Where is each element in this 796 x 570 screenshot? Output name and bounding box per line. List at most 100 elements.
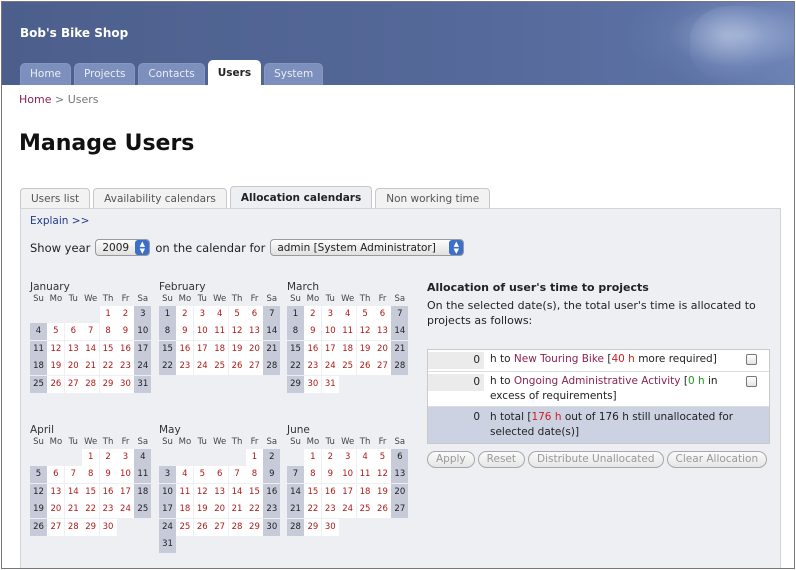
day-cell[interactable]: 10 <box>134 323 152 341</box>
day-cell[interactable]: 5 <box>356 306 374 323</box>
day-cell[interactable]: 4 <box>339 306 357 323</box>
day-cell[interactable]: 27 <box>245 358 263 376</box>
day-cell[interactable]: 14 <box>228 483 246 501</box>
tab-non-working-time[interactable]: Non working time <box>375 188 491 209</box>
day-cell[interactable]: 6 <box>373 306 391 323</box>
day-cell[interactable]: 27 <box>373 358 391 376</box>
user-select[interactable]: admin [System Administrator] ▲ ▼ <box>270 239 465 256</box>
distribute-unallocated-button[interactable]: Distribute Unallocated <box>528 451 664 468</box>
tab-home[interactable]: Home <box>20 63 72 85</box>
day-cell[interactable]: 15 <box>287 340 304 358</box>
day-cell[interactable]: 18 <box>134 483 152 501</box>
day-cell[interactable]: 8 <box>82 466 100 484</box>
day-cell[interactable]: 7 <box>263 306 281 323</box>
day-cell[interactable]: 21 <box>64 501 82 519</box>
day-cell[interactable]: 7 <box>64 466 82 484</box>
day-cell[interactable]: 2 <box>304 306 322 323</box>
day-cell[interactable]: 29 <box>287 375 304 393</box>
hours-input[interactable]: 0 <box>428 352 484 369</box>
day-cell[interactable]: 17 <box>321 340 339 358</box>
day-cell[interactable]: 6 <box>391 449 409 466</box>
day-cell[interactable]: 21 <box>287 501 304 519</box>
apply-button[interactable]: Apply <box>427 451 475 468</box>
day-cell[interactable]: 5 <box>373 449 391 466</box>
day-cell[interactable]: 20 <box>211 501 229 519</box>
day-cell[interactable]: 7 <box>287 466 304 484</box>
day-cell[interactable]: 10 <box>159 483 176 501</box>
day-cell[interactable]: 17 <box>134 340 152 358</box>
day-cell[interactable]: 28 <box>82 375 100 393</box>
day-cell[interactable]: 13 <box>47 483 65 501</box>
day-cell[interactable]: 29 <box>82 518 100 536</box>
day-cell[interactable]: 25 <box>339 358 357 376</box>
day-cell[interactable]: 22 <box>82 501 100 519</box>
day-cell[interactable]: 13 <box>373 323 391 341</box>
day-cell[interactable]: 17 <box>116 483 134 501</box>
day-cell[interactable]: 14 <box>82 340 100 358</box>
day-cell[interactable]: 23 <box>99 501 117 519</box>
day-cell[interactable]: 24 <box>159 518 176 536</box>
day-cell[interactable]: 18 <box>356 483 374 501</box>
day-cell[interactable]: 18 <box>211 340 229 358</box>
day-cell[interactable]: 10 <box>116 466 134 484</box>
explain-link[interactable]: Explain >> <box>30 215 89 227</box>
day-cell[interactable]: 6 <box>64 323 82 341</box>
day-cell[interactable]: 22 <box>159 358 176 376</box>
day-cell[interactable]: 26 <box>193 518 211 536</box>
day-cell[interactable]: 3 <box>159 466 176 484</box>
day-cell[interactable]: 24 <box>116 501 134 519</box>
day-cell[interactable]: 9 <box>176 323 194 341</box>
tab-projects[interactable]: Projects <box>74 63 136 85</box>
day-cell[interactable]: 20 <box>391 483 409 501</box>
day-cell[interactable]: 24 <box>321 358 339 376</box>
day-cell[interactable]: 3 <box>339 449 357 466</box>
day-cell[interactable]: 25 <box>30 375 47 393</box>
day-cell[interactable]: 18 <box>339 340 357 358</box>
day-cell[interactable]: 19 <box>356 340 374 358</box>
day-cell[interactable]: 10 <box>321 323 339 341</box>
day-cell[interactable]: 11 <box>211 323 229 341</box>
day-cell[interactable]: 19 <box>373 483 391 501</box>
day-cell[interactable]: 15 <box>99 340 117 358</box>
day-cell[interactable]: 12 <box>193 483 211 501</box>
day-cell[interactable]: 28 <box>287 518 304 536</box>
day-cell[interactable]: 1 <box>245 449 263 466</box>
day-cell[interactable]: 10 <box>339 466 357 484</box>
day-cell[interactable]: 9 <box>321 466 339 484</box>
day-cell[interactable]: 21 <box>391 340 409 358</box>
day-cell[interactable]: 22 <box>99 358 117 376</box>
day-cell[interactable]: 13 <box>211 483 229 501</box>
day-cell[interactable]: 28 <box>391 358 409 376</box>
day-cell[interactable]: 20 <box>373 340 391 358</box>
tab-system[interactable]: System <box>264 63 324 85</box>
day-cell[interactable]: 26 <box>356 358 374 376</box>
day-cell[interactable]: 4 <box>30 323 47 341</box>
day-cell[interactable]: 17 <box>159 501 176 519</box>
day-cell[interactable]: 7 <box>391 306 409 323</box>
day-cell[interactable]: 16 <box>176 340 194 358</box>
day-cell[interactable]: 23 <box>263 501 281 519</box>
day-cell[interactable]: 5 <box>193 466 211 484</box>
day-cell[interactable]: 19 <box>47 358 65 376</box>
day-cell[interactable]: 8 <box>245 466 263 484</box>
day-cell[interactable]: 31 <box>159 535 176 553</box>
day-cell[interactable]: 24 <box>134 358 152 376</box>
year-select[interactable]: 2009 ▲ ▼ <box>95 239 151 256</box>
day-cell[interactable]: 16 <box>116 340 134 358</box>
tab-availability-calendars[interactable]: Availability calendars <box>93 188 227 209</box>
day-cell[interactable]: 27 <box>47 518 65 536</box>
day-cell[interactable]: 11 <box>339 323 357 341</box>
day-cell[interactable]: 7 <box>228 466 246 484</box>
day-cell[interactable]: 31 <box>321 375 339 393</box>
day-cell[interactable]: 1 <box>304 449 322 466</box>
day-cell[interactable]: 24 <box>339 501 357 519</box>
day-cell[interactable]: 23 <box>176 358 194 376</box>
day-cell[interactable]: 15 <box>82 483 100 501</box>
day-cell[interactable]: 3 <box>193 306 211 323</box>
day-cell[interactable]: 14 <box>287 483 304 501</box>
day-cell[interactable]: 8 <box>304 466 322 484</box>
day-cell[interactable]: 20 <box>47 501 65 519</box>
day-cell[interactable]: 25 <box>356 501 374 519</box>
day-cell[interactable]: 16 <box>321 483 339 501</box>
day-cell[interactable]: 21 <box>228 501 246 519</box>
